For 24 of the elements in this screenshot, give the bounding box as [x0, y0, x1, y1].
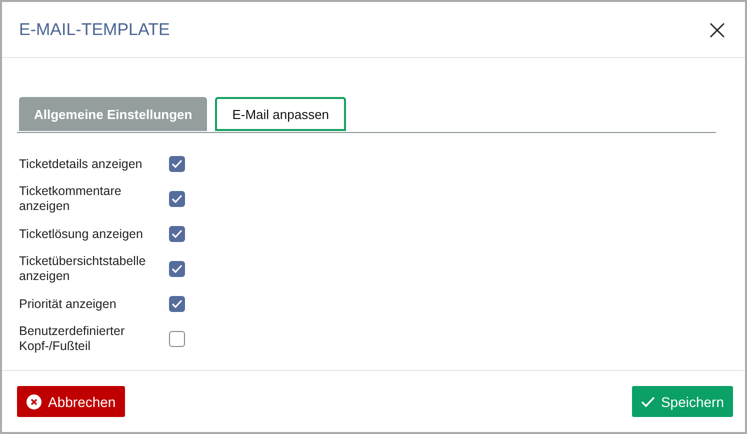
tab[interactable]: E-Mail anpassen — [215, 97, 346, 131]
checkbox[interactable] — [169, 191, 185, 207]
check-icon — [171, 194, 183, 204]
check-icon — [171, 229, 183, 239]
checkbox[interactable] — [169, 156, 185, 172]
option-label: Ticketdetails anzeigen — [19, 156, 144, 172]
close-circle-icon — [26, 394, 42, 410]
check-icon — [171, 299, 183, 309]
checkbox[interactable] — [169, 226, 185, 242]
cancel-button[interactable]: Abbrechen — [17, 386, 125, 417]
close-button[interactable]: × — [704, 16, 731, 44]
save-button[interactable]: Speichern — [632, 386, 733, 417]
dialog-title: E-MAIL-TEMPLATE — [19, 20, 170, 40]
checkbox[interactable] — [169, 261, 185, 277]
checkbox[interactable] — [169, 331, 185, 347]
option-label: Ticketkommentare anzeigen — [19, 184, 122, 214]
check-icon — [171, 159, 183, 169]
check-icon — [171, 264, 183, 274]
option-label: Priorität anzeigen — [19, 296, 118, 312]
option-label: Ticketlösung anzeigen — [19, 226, 144, 242]
checkbox[interactable] — [169, 296, 185, 312]
option-label: Ticketübersichtstabelle anzeigen — [19, 254, 147, 284]
option-label: Benutzerdefinierter Kopf-/Fußteil — [19, 324, 126, 354]
check-icon — [640, 396, 655, 408]
